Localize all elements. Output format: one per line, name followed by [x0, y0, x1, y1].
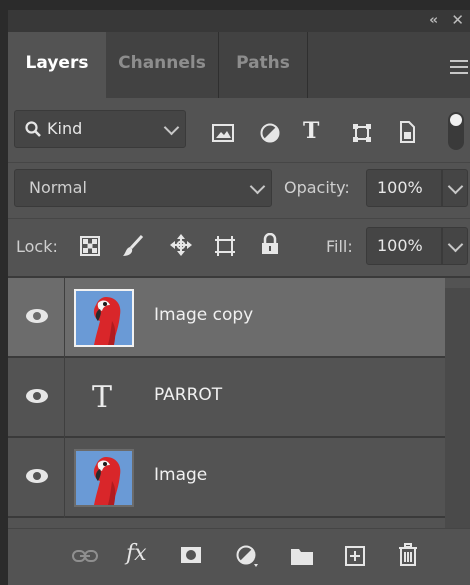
divider — [64, 278, 65, 358]
filter-row: Kind T — [8, 98, 470, 162]
filter-toggle-knob — [450, 114, 462, 126]
eye-icon[interactable] — [26, 309, 48, 323]
lock-label: Lock: — [16, 237, 58, 256]
chevron-down-icon — [447, 178, 464, 195]
opacity-slider-button[interactable] — [442, 169, 468, 207]
blend-mode-dropdown[interactable]: Normal — [14, 169, 272, 207]
lock-position-icon[interactable] — [170, 234, 192, 256]
parrot-thumbnail-image — [76, 451, 132, 505]
tab-paths[interactable]: Paths — [219, 32, 307, 98]
delete-layer-icon[interactable] — [398, 543, 418, 567]
adjustment-filter-icon[interactable] — [260, 123, 280, 143]
layer-row-parrot[interactable]: T PARROT — [8, 358, 445, 438]
panel-menu-icon[interactable] — [450, 56, 468, 78]
layer-style-icon[interactable]: fx — [126, 541, 147, 566]
lock-transparent-pixels-icon[interactable] — [80, 236, 100, 256]
layer-thumbnail[interactable] — [74, 289, 134, 347]
smart-object-filter-icon[interactable] — [398, 121, 416, 143]
search-icon — [25, 121, 41, 137]
parrot-thumbnail-image — [76, 291, 132, 345]
layer-name[interactable]: PARROT — [154, 385, 222, 405]
tab-divider — [307, 32, 308, 98]
opacity-input[interactable]: 100% — [366, 169, 442, 207]
opacity-value: 100% — [377, 178, 423, 197]
blend-row: Normal Opacity: 100% — [8, 162, 470, 213]
eye-icon[interactable] — [26, 469, 48, 483]
type-layer-icon[interactable]: T — [92, 380, 112, 415]
layer-name[interactable]: Image — [154, 465, 207, 485]
fill-label: Fill: — [326, 237, 353, 256]
divider — [64, 358, 65, 438]
panel-title-bar: ‹‹ ✕ — [8, 10, 470, 32]
fill-value: 100% — [377, 236, 423, 255]
tab-layers[interactable]: Layers — [8, 32, 106, 98]
chevron-down-icon — [163, 119, 180, 136]
filter-kind-dropdown[interactable]: Kind — [14, 110, 186, 148]
chevron-down-icon — [249, 178, 266, 195]
lock-row: Lock: Fill: 100% — [8, 218, 470, 277]
panel-tabs: Layers Channels Paths — [8, 32, 470, 98]
new-adjustment-layer-icon[interactable] — [236, 545, 258, 567]
fill-input[interactable]: 100% — [366, 227, 442, 265]
shape-filter-icon[interactable] — [352, 123, 372, 143]
eye-icon[interactable] — [26, 389, 48, 403]
layer-name[interactable]: Image copy — [154, 305, 253, 325]
layers-scrollbar[interactable] — [445, 288, 470, 528]
new-group-icon[interactable] — [290, 546, 314, 566]
divider — [64, 438, 65, 518]
link-layers-icon[interactable] — [72, 549, 98, 563]
collapse-panel-icon[interactable]: ‹‹ — [429, 13, 438, 28]
image-filter-icon[interactable] — [212, 124, 234, 142]
layer-thumbnail[interactable] — [74, 449, 134, 507]
layers-bottom-toolbar: fx — [8, 528, 470, 585]
blend-mode-value: Normal — [29, 178, 87, 197]
filter-toggle[interactable] — [448, 112, 464, 150]
layer-row-image-copy[interactable]: Image copy — [8, 278, 445, 358]
opacity-label: Opacity: — [284, 178, 350, 197]
lock-image-pixels-icon[interactable] — [122, 234, 144, 258]
filter-kind-label: Kind — [47, 119, 83, 138]
prevent-auto-nesting-icon[interactable] — [213, 234, 237, 258]
layer-row-image[interactable]: Image — [8, 438, 445, 518]
fill-slider-button[interactable] — [442, 227, 468, 265]
close-panel-icon[interactable]: ✕ — [451, 11, 464, 29]
chevron-down-icon — [447, 236, 464, 253]
tab-channels[interactable]: Channels — [106, 32, 218, 98]
type-filter-icon[interactable]: T — [303, 118, 319, 144]
layers-panel: ‹‹ ✕ Layers Channels Paths Kind T Normal… — [8, 10, 470, 585]
lock-all-icon[interactable] — [260, 233, 280, 255]
new-layer-icon[interactable] — [344, 545, 366, 567]
add-mask-icon[interactable] — [180, 546, 202, 564]
